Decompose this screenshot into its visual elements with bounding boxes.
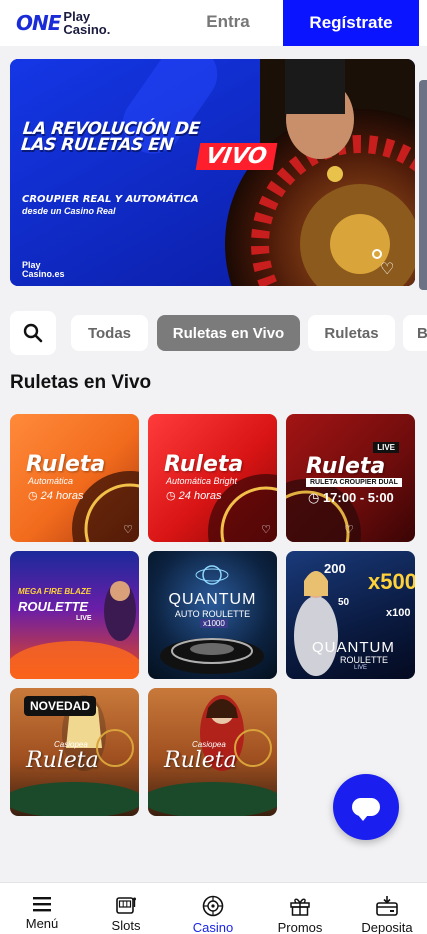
nav-label: Casino <box>192 920 234 934</box>
filter-chip-ruletas[interactable]: Ruletas <box>308 315 395 351</box>
heart-logo-icon: ♡ <box>380 261 395 278</box>
scrollbar-thumb[interactable] <box>419 80 427 290</box>
search-button[interactable] <box>10 311 56 355</box>
game-tile-mega-fire-blaze-roulette[interactable]: MEGA FIRE BLAZE ROULETTE LIVE <box>10 551 139 679</box>
game-hours: ◷ 17:00 - 5:00 <box>308 490 394 505</box>
multiplier-x500: x500 <box>368 569 415 594</box>
game-subtitle: ROULETTE <box>340 655 389 665</box>
nav-item-casino[interactable]: Casino <box>171 883 255 934</box>
game-title: Ruleta <box>26 748 99 773</box>
game-pre-title: MEGA FIRE BLAZE <box>18 587 92 596</box>
chat-button[interactable] <box>333 774 399 840</box>
chat-bubble-icon <box>352 798 380 821</box>
nav-item-deposita[interactable]: Deposita <box>345 883 427 934</box>
game-subtitle: Automática <box>28 476 74 486</box>
game-title: Ruleta <box>26 452 106 477</box>
game-subtitle: AUTO ROULETTE <box>174 609 251 619</box>
filter-chip-ruletas-en-vivo[interactable]: Ruletas en Vivo <box>157 315 300 351</box>
hero-subtitle: Croupier real y automática <box>22 194 199 205</box>
hero-highlight: VIVO <box>195 143 277 170</box>
register-button[interactable]: Regístrate <box>283 0 419 46</box>
nav-item-promos[interactable]: Promos <box>258 883 342 934</box>
game-tile-ruleta-automatica[interactable]: Ruleta Automática ◷ 24 horas ♡ <box>10 414 139 542</box>
menu-icon <box>33 897 51 912</box>
nav-label: Deposita <box>361 920 413 934</box>
top-header: ONE Play Casino. Entra Regístrate <box>0 0 427 46</box>
game-tile-quantum-roulette[interactable]: 200 x500 50 x100 QUANTUM ROULETTE LIVE <box>286 551 415 679</box>
game-tile-ruleta-croupier-dual[interactable]: LIVE Ruleta RULETA CROUPIER DUAL ◷ 17:00… <box>286 414 415 542</box>
section-title: Ruletas en Vivo <box>10 372 152 393</box>
nav-item-slots[interactable]: Slots <box>84 883 168 934</box>
game-title: QUANTUM <box>168 591 257 608</box>
login-button[interactable]: Entra <box>190 0 266 44</box>
game-tile-casiopea-ruleta-novedad[interactable]: NOVEDAD Casiopea Ruleta <box>10 688 139 816</box>
gift-icon <box>290 898 310 916</box>
filter-chip-todas[interactable]: Todas <box>71 315 148 351</box>
search-icon <box>23 323 43 343</box>
game-title: QUANTUM <box>312 639 395 656</box>
heart-logo-icon: ♡ <box>344 524 354 536</box>
game-hours: ◷ 24 horas <box>166 490 222 502</box>
nav-item-menu[interactable]: Menú <box>0 883 84 934</box>
game-subtitle: LIVE <box>76 615 92 622</box>
hero-subtitle-2: desde un Casino Real <box>22 206 116 216</box>
wallet-icon <box>376 896 398 916</box>
game-tile-casiopea-ruleta[interactable]: Casiopea Ruleta <box>148 688 277 816</box>
game-hours: ◷ 24 horas <box>28 490 84 502</box>
game-tile-quantum-auto-roulette[interactable]: QUANTUM AUTO ROULETTE x1000 <box>148 551 277 679</box>
nav-label: Menú <box>25 916 59 931</box>
carousel-dot[interactable] <box>372 249 382 259</box>
game-tile-ruleta-automatica-bright[interactable]: Ruleta Automática Bright ◷ 24 horas ♡ <box>148 414 277 542</box>
logo-mark: ONE <box>16 11 61 35</box>
game-subtitle-2: LIVE <box>354 665 368 671</box>
game-subtitle: RULETA CROUPIER DUAL <box>306 478 402 487</box>
site-logo[interactable]: ONE Play Casino. <box>16 8 110 38</box>
game-title: Ruleta <box>164 452 244 477</box>
game-title: ROULETTE <box>18 599 89 614</box>
logo-line2: Casino. <box>63 22 111 37</box>
multiplier-200: 200 <box>324 561 346 576</box>
bottom-navigation: Menú Slots Casino Promos Deposita <box>0 882 427 934</box>
hero-title: La revolución de las ruletas en <box>20 119 201 155</box>
novedad-badge: NOVEDAD <box>24 696 97 716</box>
multiplier-badge: x1000 <box>200 619 228 628</box>
hero-background <box>10 59 415 286</box>
heart-logo-icon: ♡ <box>123 524 133 536</box>
multiplier-50: 50 <box>338 597 350 608</box>
game-title: Ruleta <box>306 454 386 479</box>
hero-banner[interactable]: La revolución de las ruletas en VIVO Cro… <box>10 59 415 286</box>
game-subtitle: Automática Bright <box>166 476 238 486</box>
multiplier-x100: x100 <box>386 607 411 619</box>
slot-machine-icon <box>116 897 136 914</box>
heart-logo-icon: ♡ <box>261 524 271 536</box>
live-badge: LIVE <box>373 442 399 453</box>
game-title: Ruleta <box>164 748 237 773</box>
hero-brand-logo: Play Casino.es <box>22 260 65 279</box>
roulette-icon <box>202 895 224 917</box>
filter-chip-partial[interactable]: B <box>403 315 427 351</box>
nav-label: Promos <box>277 920 323 934</box>
nav-label: Slots <box>111 918 141 933</box>
